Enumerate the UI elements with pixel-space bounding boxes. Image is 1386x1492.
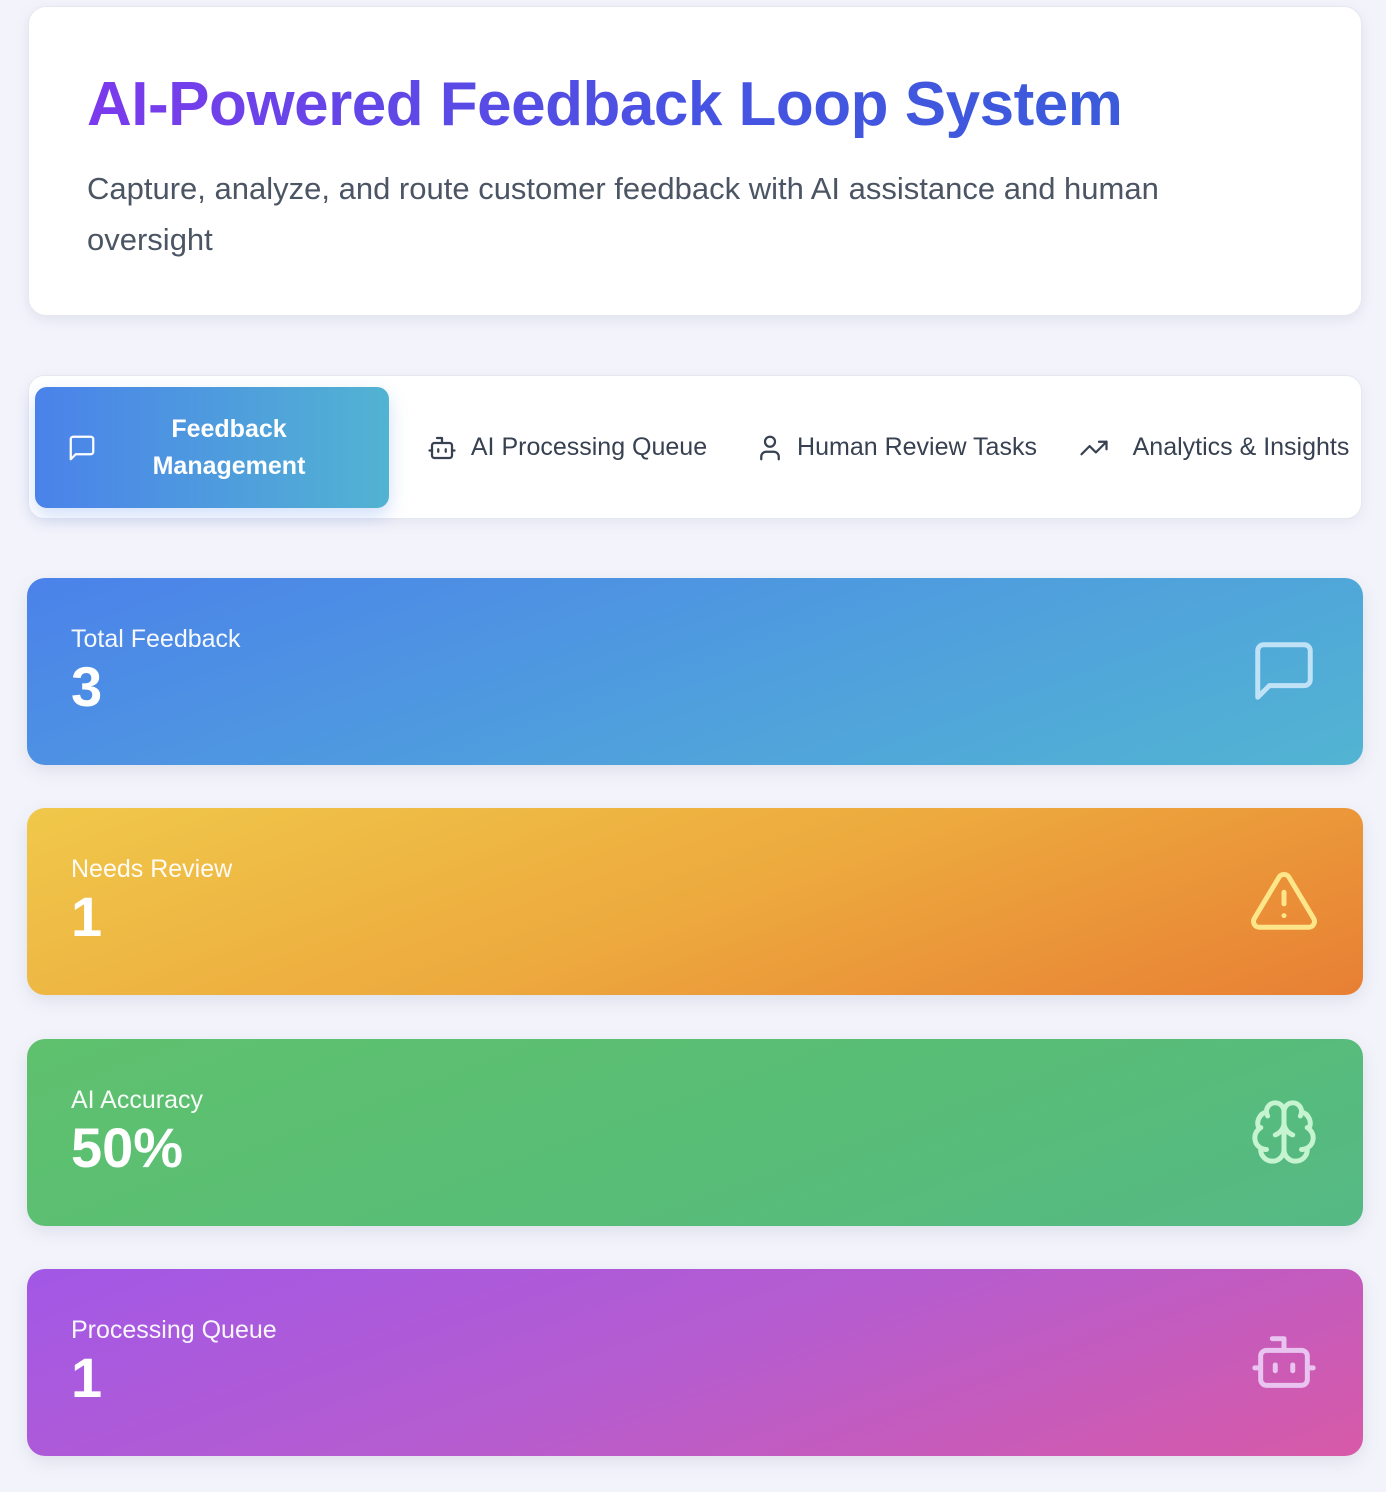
tab-feedback-management[interactable]: Feedback Management bbox=[35, 387, 389, 508]
tab-label: AI Processing Queue bbox=[470, 433, 708, 461]
tab-bar: Feedback Management AI Processing Queue … bbox=[28, 375, 1362, 519]
page-title: AI-Powered Feedback Loop System bbox=[87, 70, 1123, 139]
stat-value: 1 bbox=[71, 885, 103, 948]
stat-card-processing-queue: Processing Queue 1 bbox=[27, 1269, 1363, 1456]
stat-card-needs-review: Needs Review 1 bbox=[27, 808, 1363, 995]
bot-icon bbox=[425, 431, 459, 465]
tab-label: Analytics & Insights bbox=[1132, 433, 1350, 461]
tab-human-review-tasks[interactable]: Human Review Tasks bbox=[723, 387, 1077, 508]
stat-card-ai-accuracy: AI Accuracy 50% bbox=[27, 1039, 1363, 1226]
message-square-icon bbox=[65, 431, 99, 465]
trending-up-icon bbox=[1077, 431, 1111, 465]
tab-ai-processing-queue[interactable]: AI Processing Queue bbox=[395, 387, 749, 508]
tab-label: Feedback Management bbox=[152, 414, 306, 480]
brain-icon bbox=[1252, 1100, 1316, 1164]
header-card: AI-Powered Feedback Loop System Capture,… bbox=[28, 6, 1362, 316]
stat-value: 50% bbox=[71, 1116, 184, 1179]
message-square-icon bbox=[1255, 642, 1313, 700]
tab-label: Human Review Tasks bbox=[797, 433, 1037, 461]
stat-label: Needs Review bbox=[71, 855, 233, 883]
user-icon bbox=[753, 431, 787, 465]
stat-label: AI Accuracy bbox=[71, 1086, 203, 1114]
page-subtitle: Capture, analyze, and route customer fee… bbox=[87, 171, 1159, 257]
stat-value: 1 bbox=[71, 1346, 103, 1409]
tab-analytics-insights[interactable]: Analytics & Insights bbox=[1047, 387, 1386, 508]
alert-triangle-icon bbox=[1251, 872, 1317, 930]
bot-icon bbox=[1252, 1336, 1316, 1388]
stat-card-total-feedback: Total Feedback 3 bbox=[27, 578, 1363, 765]
stat-label: Total Feedback bbox=[71, 625, 241, 653]
stat-value: 3 bbox=[71, 655, 103, 718]
stat-label: Processing Queue bbox=[71, 1316, 277, 1344]
